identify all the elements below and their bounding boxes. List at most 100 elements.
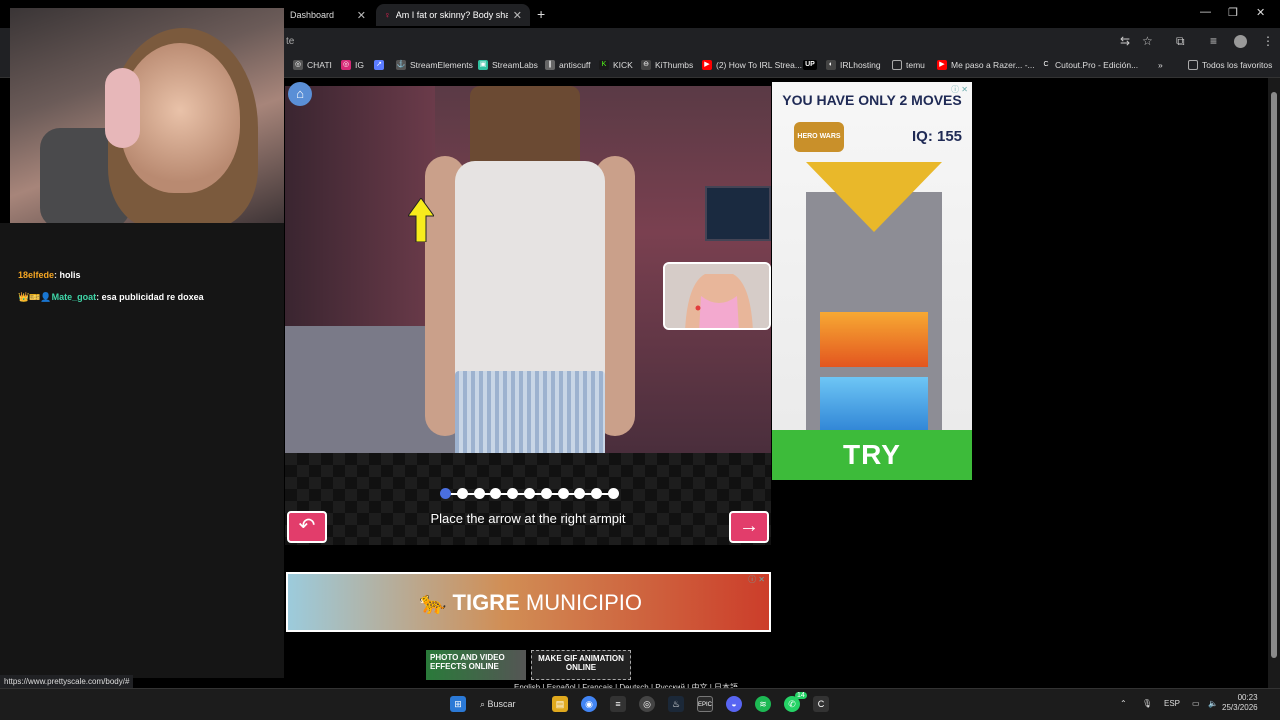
maximize-button[interactable]: ❐ xyxy=(1228,6,1238,19)
clock-time: 00:23 xyxy=(1237,693,1258,702)
close-icon[interactable]: ✕ xyxy=(357,9,366,22)
cutout-icon: C xyxy=(1043,61,1049,68)
extensions-icon[interactable]: ⧉ xyxy=(1176,34,1185,49)
all-bookmarks[interactable]: Todos los favoritos xyxy=(1188,60,1272,70)
next-button[interactable]: → xyxy=(729,511,769,543)
close-window-button[interactable]: ✕ xyxy=(1256,6,1265,19)
make-gif-link[interactable]: MAKE GIF ANIMATION ONLINE xyxy=(531,650,631,680)
tab-dashboard[interactable]: Dashboard ✕ xyxy=(282,4,374,26)
taskbar-search[interactable]: ⌕ Buscar xyxy=(480,694,540,714)
discord-icon[interactable]: ◒ xyxy=(726,696,742,712)
instagram-icon: ◎ xyxy=(293,60,303,70)
whatsapp-badge: 14 xyxy=(795,692,807,699)
adchoices-icon[interactable]: ⓘ ✕ xyxy=(951,84,968,95)
language-indicator[interactable]: ESP xyxy=(1164,699,1180,708)
progress-dot xyxy=(524,488,535,499)
chat-badges: 👑🎫👤 xyxy=(18,292,52,302)
bookmark-star-icon[interactable]: ☆ xyxy=(1142,34,1153,48)
photo-monitor xyxy=(705,186,771,241)
ad-brand-logo: HERO WARS xyxy=(794,122,844,152)
bookmark-chart[interactable]: ↗ xyxy=(374,60,384,70)
tray-overflow-icon[interactable]: ⌃ xyxy=(1120,699,1127,708)
scrollbar-thumb[interactable] xyxy=(1271,92,1277,658)
adchoices-icon[interactable]: ⓘ ✕ xyxy=(748,574,765,585)
close-icon[interactable]: ✕ xyxy=(513,9,522,22)
jaguar-icon: 🐆 xyxy=(419,590,453,615)
bookmark-temu[interactable]: temu xyxy=(892,60,925,70)
streamlabs-icon: ▣ xyxy=(478,60,488,70)
back-button[interactable]: ↶ xyxy=(287,511,327,543)
side-advertisement[interactable]: YOU HAVE ONLY 2 MOVES HERO WARS IQ: 155 … xyxy=(772,82,972,480)
favicon-icon: ♀ xyxy=(384,10,391,20)
tab-body-shape[interactable]: ♀ Am I fat or skinny? Body shape ✕ xyxy=(376,4,530,26)
status-url: https://www.prettyscale.com/body/# xyxy=(0,675,134,688)
chrome-icon[interactable]: ◉ xyxy=(581,696,597,712)
antiscuff-icon: ∥ xyxy=(545,60,555,70)
profile-avatar[interactable] xyxy=(1234,35,1247,48)
progress-dot xyxy=(456,488,468,499)
headphones xyxy=(105,68,140,148)
kick-icon: K xyxy=(599,60,609,70)
progress-dot xyxy=(557,488,569,499)
progress-dot xyxy=(540,488,552,499)
bookmark-antiscuff[interactable]: ∥ antiscuff xyxy=(545,60,591,70)
ad-water xyxy=(820,377,928,437)
hint-image xyxy=(663,262,771,330)
bookmark-kithumbs[interactable]: ⊖ KiThumbs xyxy=(641,60,693,70)
tab-title: Am I fat or skinny? Body shape xyxy=(395,10,508,20)
bookmark-kick[interactable]: K KICK xyxy=(599,60,633,70)
home-button[interactable]: ⌂ xyxy=(288,82,312,106)
cutout-icon[interactable]: C xyxy=(813,696,829,712)
progress-dot xyxy=(440,488,451,499)
bookmark-cutout[interactable]: C Cutout.Pro - Edición... xyxy=(1041,60,1138,70)
marker-arrow-icon[interactable] xyxy=(408,198,434,242)
folder-icon xyxy=(1188,60,1198,70)
menu-icon[interactable]: ⋮ xyxy=(1262,34,1274,48)
game-controls xyxy=(285,453,771,545)
instruction-text: Place the arrow at the right armpit xyxy=(430,511,626,526)
translate-icon[interactable]: ⇆ xyxy=(1120,34,1130,48)
photo-pants xyxy=(455,371,605,453)
globe-icon: ◐ xyxy=(826,60,836,70)
microphone-icon[interactable]: 🎙 xyxy=(1142,699,1152,708)
taskbar-clock[interactable]: 00:23 25/3/2026 xyxy=(1222,693,1258,713)
steam-icon[interactable]: ♨ xyxy=(668,696,684,712)
progress-dot xyxy=(608,488,619,499)
address-bar[interactable]: te xyxy=(280,31,1160,53)
epic-games-icon[interactable]: EPIC xyxy=(697,696,713,712)
bookmark-up[interactable]: UP xyxy=(803,60,817,70)
bookmark-razer[interactable]: ▶ Me paso a Razer... -... xyxy=(937,60,1035,70)
chat-message: 👑🎫👤Mate_goat: esa publicidad re doxea xyxy=(18,292,204,302)
photo-tank-top xyxy=(455,161,605,381)
bookmarks-overflow[interactable]: » xyxy=(1158,60,1163,70)
chat-message: 18elfede: holis xyxy=(18,270,81,280)
ad-try-button[interactable]: TRY xyxy=(772,430,972,480)
search-icon: ⌕ xyxy=(480,699,488,709)
bookmark-irlhosting[interactable]: ◐ IRLhosting xyxy=(826,60,881,70)
bookmark-streamlabs[interactable]: ▣ StreamLabs xyxy=(478,60,538,70)
obs-icon[interactable]: ◎ xyxy=(639,696,655,712)
up-icon: UP xyxy=(803,60,817,70)
photo-effects-link[interactable]: PHOTO AND VIDEO EFFECTS ONLINE xyxy=(426,650,526,680)
bookmark-chati[interactable]: ◎ CHATI xyxy=(293,60,332,70)
app-icon[interactable]: ≡ xyxy=(610,696,626,712)
ad-lava xyxy=(820,312,928,367)
minimize-button[interactable]: — xyxy=(1200,6,1211,18)
chat-username: 18elfede xyxy=(18,270,55,280)
spotify-icon[interactable]: ≋ xyxy=(755,696,771,712)
bookmark-how-to-irl[interactable]: ▶ (2) How To IRL Strea... xyxy=(702,60,802,70)
chat-username: Mate_goat xyxy=(51,292,97,302)
network-icon[interactable]: ▭ xyxy=(1192,699,1200,708)
file-explorer-icon[interactable]: ▤ xyxy=(552,696,568,712)
banner-advertisement[interactable]: 🐆 TIGRE MUNICIPIO ⓘ ✕ xyxy=(286,572,771,632)
media-icon[interactable]: ≡ xyxy=(1210,34,1217,48)
new-tab-button[interactable]: + xyxy=(537,6,545,22)
ad-headline: YOU HAVE ONLY 2 MOVES xyxy=(782,92,962,108)
start-icon[interactable]: ⊞ xyxy=(450,696,466,712)
bookmark-streamelements[interactable]: ⚓ StreamElements xyxy=(396,60,473,70)
youtube-icon: ▶ xyxy=(937,60,947,70)
volume-icon[interactable]: 🔈 xyxy=(1208,699,1218,708)
bookmark-ig[interactable]: ◎ IG xyxy=(341,60,364,70)
ad-iq-label: IQ: 155 xyxy=(912,128,963,145)
tab-title: Dashboard xyxy=(290,10,335,20)
